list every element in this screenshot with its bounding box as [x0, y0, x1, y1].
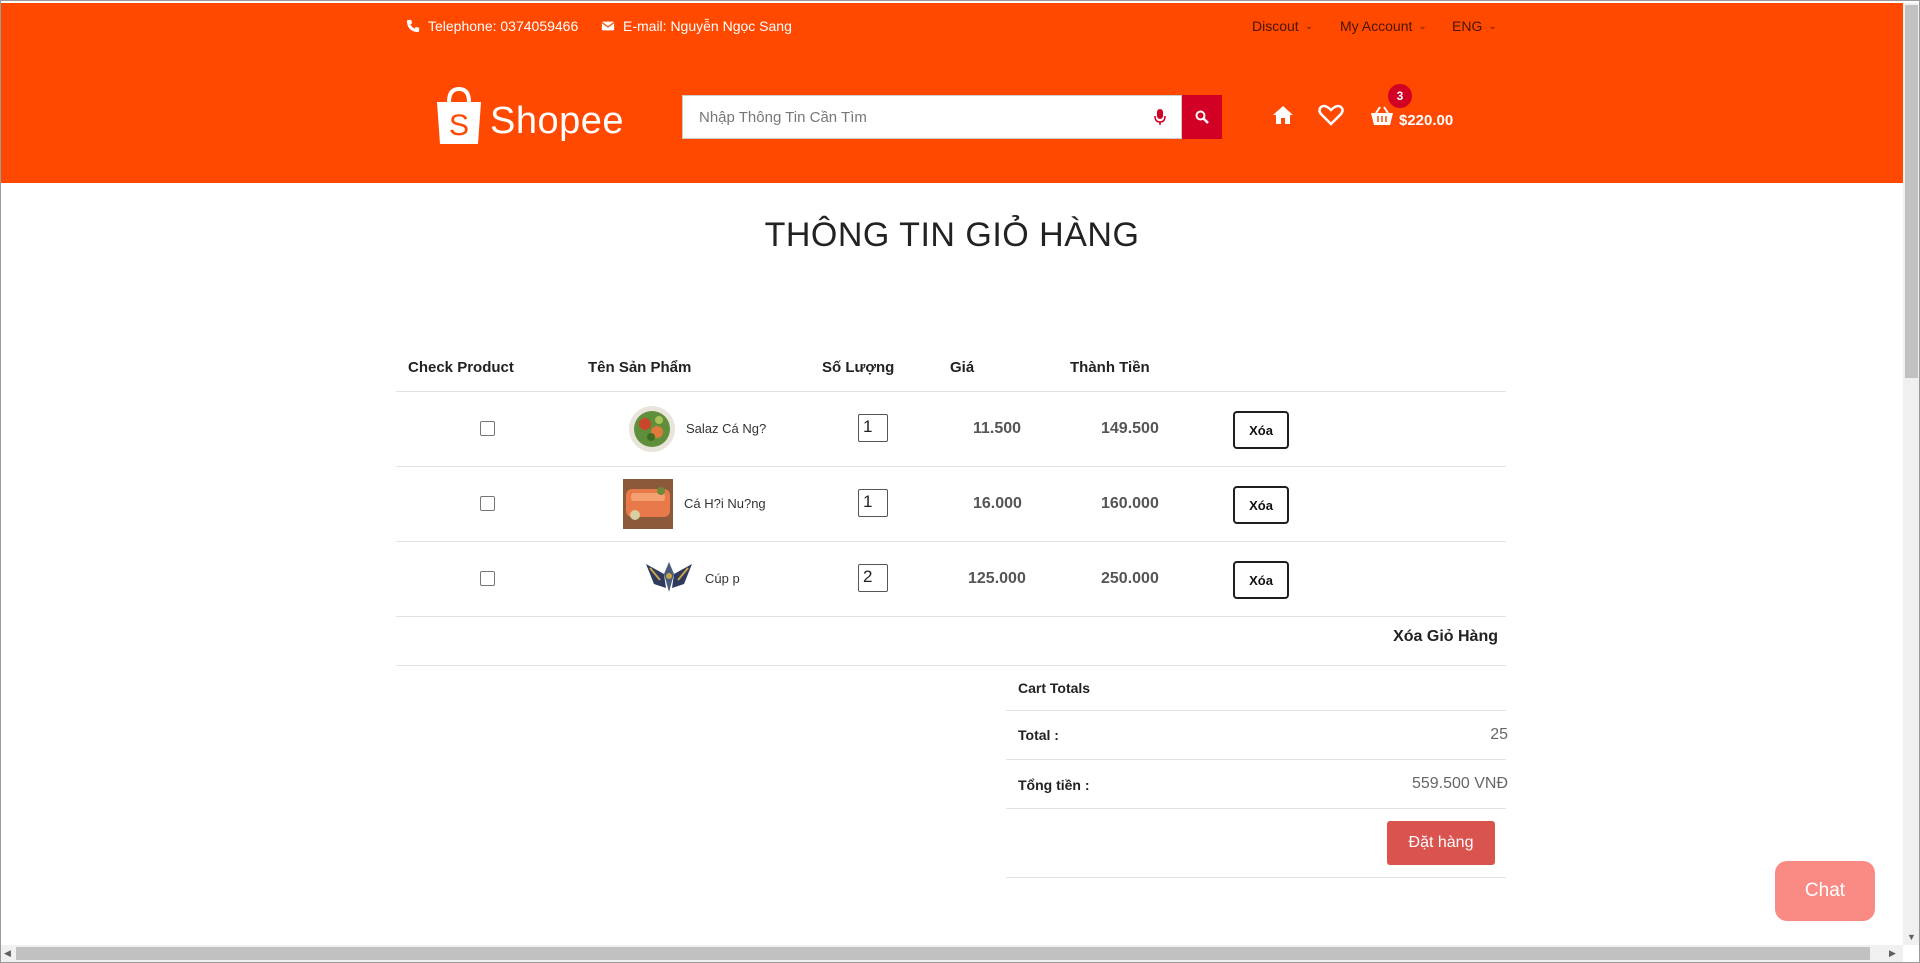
horizontal-scrollbar-thumb[interactable]	[16, 947, 1870, 960]
nav-discount[interactable]: Discout ⌄	[1252, 18, 1313, 34]
heart-icon[interactable]	[1318, 104, 1344, 126]
logo-text: Shopee	[490, 99, 625, 142]
phone-icon	[406, 19, 420, 33]
quantity-input[interactable]: 1	[858, 489, 888, 517]
product-thumbnail-salad	[629, 406, 675, 452]
header-email: E-mail: Nguyễn Ngọc Sang	[601, 18, 792, 34]
col-header-name: Tên Sản Phẩm	[588, 359, 692, 376]
divider	[1006, 877, 1506, 878]
total-amount-value: 559.500 VNĐ	[1411, 775, 1508, 792]
header-phone-text: Telephone: 0374059466	[428, 18, 579, 34]
home-icon[interactable]	[1272, 105, 1294, 125]
line-subtotal: 250.000	[1101, 570, 1159, 587]
divider	[396, 665, 1506, 666]
unit-price: 125.000	[968, 570, 1026, 587]
col-header-check: Check Product	[408, 359, 514, 376]
search-input[interactable]	[697, 107, 1153, 127]
header-email-text: E-mail: Nguyễn Ngọc Sang	[623, 18, 792, 34]
scroll-down-arrow-icon[interactable]: ▼	[1907, 932, 1916, 942]
unit-price: 16.000	[973, 495, 1022, 512]
scroll-right-arrow-icon[interactable]: ▶	[1889, 948, 1896, 959]
place-order-button[interactable]: Đặt hàng	[1387, 821, 1495, 865]
product-checkbox[interactable]	[480, 571, 495, 586]
envelope-icon	[601, 21, 615, 31]
divider	[396, 391, 1506, 392]
shopping-bag-icon: S	[437, 86, 481, 144]
basket-icon[interactable]	[1370, 106, 1394, 126]
quantity-input[interactable]: 1	[858, 414, 888, 442]
search-button[interactable]	[1182, 95, 1222, 139]
product-name: Cá H?i Nu?ng	[684, 496, 766, 511]
page-title: THÔNG TIN GIỎ HÀNG	[764, 216, 1140, 254]
chevron-down-icon: ⌄	[1418, 20, 1427, 32]
microphone-icon[interactable]	[1153, 108, 1167, 126]
quantity-input[interactable]: 2	[858, 564, 888, 592]
divider	[1006, 759, 1506, 760]
product-thumbnail-cup	[646, 562, 692, 592]
clear-cart-link[interactable]: Xóa Giỏ Hàng	[1393, 628, 1498, 646]
divider	[1006, 710, 1506, 711]
delete-item-button[interactable]: Xóa	[1233, 561, 1289, 599]
col-header-subtotal: Thành Tiền	[1070, 359, 1150, 376]
divider	[1006, 808, 1506, 809]
nav-language-label: ENG	[1452, 18, 1483, 34]
search-icon	[1195, 110, 1209, 124]
product-checkbox[interactable]	[480, 496, 495, 511]
shopee-logo[interactable]: S Shopee	[434, 86, 624, 146]
divider	[396, 541, 1506, 542]
total-quantity-label: Total :	[1018, 727, 1059, 743]
chevron-down-icon: ⌄	[1488, 20, 1497, 32]
nav-language[interactable]: ENG ⌄	[1452, 18, 1497, 34]
col-header-price: Giá	[950, 359, 975, 376]
chat-button[interactable]: Chat	[1775, 861, 1875, 921]
total-amount-label: Tổng tiền :	[1018, 777, 1090, 793]
unit-price: 11.500	[973, 420, 1022, 437]
product-name: Cúp p	[705, 571, 740, 586]
site-header	[1, 3, 1903, 183]
delete-item-button[interactable]: Xóa	[1233, 486, 1289, 524]
product-checkbox[interactable]	[480, 421, 495, 436]
svg-text:S: S	[449, 109, 469, 142]
search-bar	[682, 95, 1222, 139]
divider	[396, 466, 1506, 467]
divider	[396, 616, 1506, 617]
header-phone: Telephone: 0374059466	[406, 18, 578, 34]
line-subtotal: 160.000	[1101, 495, 1159, 512]
total-quantity-value: 25	[1490, 726, 1508, 743]
cart-total-amount[interactable]: $220.00	[1399, 112, 1453, 129]
vertical-scrollbar-thumb[interactable]	[1905, 5, 1918, 378]
product-thumbnail-grilled-fish	[623, 479, 673, 529]
nav-my-account[interactable]: My Account ⌄	[1340, 18, 1427, 34]
line-subtotal: 149.500	[1101, 420, 1159, 437]
nav-my-account-label: My Account	[1340, 18, 1413, 34]
nav-discount-label: Discout	[1252, 18, 1299, 34]
scroll-left-arrow-icon[interactable]: ◀	[4, 948, 11, 959]
cart-totals-heading: Cart Totals	[1018, 680, 1091, 696]
product-name: Salaz Cá Ng?	[686, 421, 767, 436]
search-box	[682, 95, 1182, 139]
chevron-down-icon: ⌄	[1304, 20, 1314, 32]
col-header-qty: Số Lượng	[822, 359, 895, 376]
delete-item-button[interactable]: Xóa	[1233, 411, 1289, 449]
cart-count-badge: 3	[1388, 84, 1412, 108]
